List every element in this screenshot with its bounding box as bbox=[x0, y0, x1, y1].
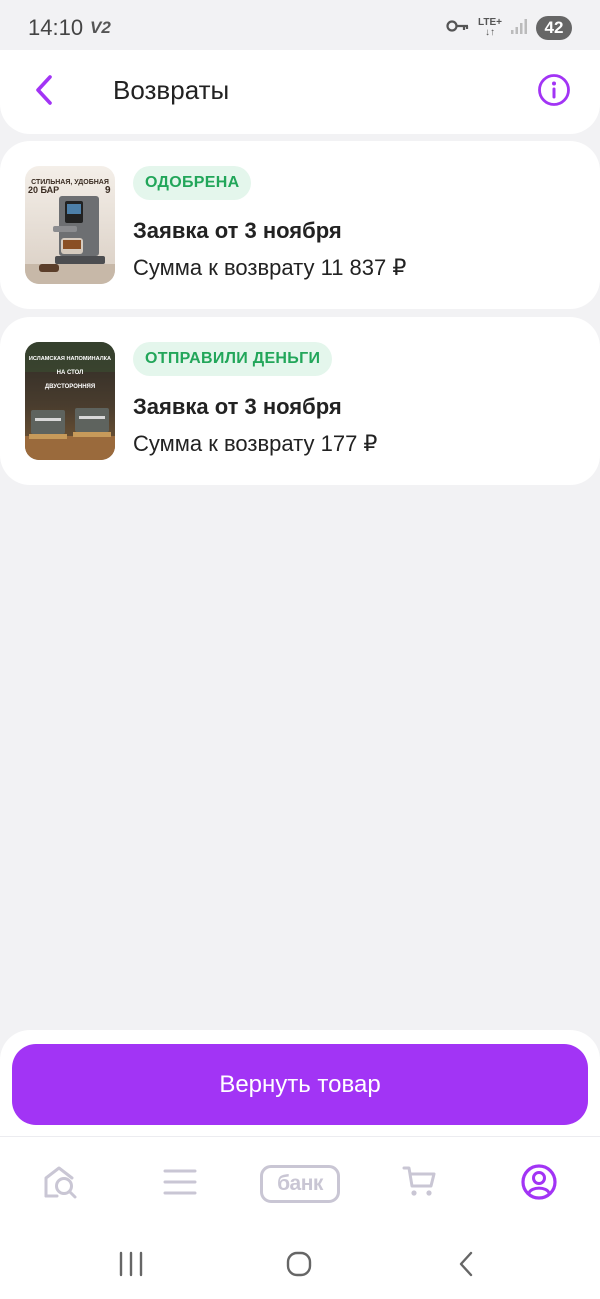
catalog-menu-icon bbox=[163, 1168, 197, 1201]
nav-cart[interactable] bbox=[390, 1159, 450, 1209]
nav-catalog[interactable] bbox=[150, 1159, 210, 1209]
nav-bank[interactable]: банк bbox=[256, 1159, 344, 1209]
header: Возвраты bbox=[0, 50, 600, 134]
return-request-title: Заявка от 3 ноября bbox=[133, 394, 342, 419]
bank-icon: банк bbox=[260, 1165, 340, 1203]
svg-text:ДВУСТОРОННЯЯ: ДВУСТОРОННЯЯ bbox=[45, 384, 95, 390]
nav-profile[interactable] bbox=[509, 1159, 569, 1209]
status-bar: 14:10 V2 LTE+ ↓↑ 42 bbox=[0, 0, 600, 56]
return-sum: Сумма к возврату 11 837 ₽ bbox=[133, 255, 407, 280]
home-button[interactable] bbox=[269, 1246, 329, 1286]
bottom-nav: банк bbox=[0, 1136, 600, 1232]
back-button[interactable] bbox=[24, 70, 64, 114]
battery-badge: 42 bbox=[536, 16, 572, 40]
status-badge: ОДОБРЕНА bbox=[133, 166, 252, 200]
return-sum: Сумма к возврату 177 ₽ bbox=[133, 431, 378, 456]
info-icon bbox=[537, 73, 571, 112]
coffee-machine-image: СТИЛЬНАЯ, УДОБНАЯ 20 БАР 9 bbox=[25, 166, 115, 284]
signal-icon bbox=[510, 17, 528, 40]
search-home-icon bbox=[42, 1164, 80, 1205]
table-sign-image: ИСЛАМСКАЯ НАПОМИНАЛКА НА СТОЛ ДВУСТОРОНН… bbox=[25, 342, 115, 460]
svg-text:20 БАР: 20 БАР bbox=[28, 185, 59, 195]
status-badge: ОТПРАВИЛИ ДЕНЬГИ bbox=[133, 342, 333, 376]
system-nav bbox=[0, 1232, 600, 1299]
home-circle-icon bbox=[285, 1250, 313, 1283]
bank-label: банк bbox=[277, 1172, 323, 1195]
nav-home-search[interactable] bbox=[31, 1159, 91, 1209]
svg-text:НА СТОЛ: НА СТОЛ bbox=[57, 370, 84, 376]
profile-icon bbox=[520, 1163, 558, 1206]
status-time: 14:10 bbox=[28, 15, 84, 40]
info-button[interactable] bbox=[534, 72, 574, 112]
chevron-left-icon bbox=[456, 1250, 476, 1283]
system-back-button[interactable] bbox=[436, 1246, 496, 1286]
cart-icon bbox=[402, 1165, 438, 1204]
recent-apps-icon bbox=[117, 1251, 145, 1282]
vpn-key-icon bbox=[446, 19, 470, 38]
return-request-title: Заявка от 3 ноября bbox=[133, 218, 342, 243]
return-item-button[interactable]: Вернуть товар bbox=[12, 1044, 588, 1125]
status-carrier: V2 bbox=[90, 18, 111, 37]
return-card[interactable]: СТИЛЬНАЯ, УДОБНАЯ 20 БАР 9 ОДОБРЕНА Заяв… bbox=[0, 141, 600, 309]
network-type: LTE+ ↓↑ bbox=[478, 17, 502, 38]
chevron-left-icon bbox=[33, 73, 55, 112]
return-card[interactable]: ИСЛАМСКАЯ НАПОМИНАЛКА НА СТОЛ ДВУСТОРОНН… bbox=[0, 317, 600, 485]
returns-list: СТИЛЬНАЯ, УДОБНАЯ 20 БАР 9 ОДОБРЕНА Заяв… bbox=[0, 141, 600, 493]
status-indicators: LTE+ ↓↑ 42 bbox=[446, 14, 572, 42]
svg-text:ИСЛАМСКАЯ НАПОМИНАЛКА: ИСЛАМСКАЯ НАПОМИНАЛКА bbox=[29, 356, 111, 362]
svg-text:9: 9 bbox=[105, 185, 111, 196]
action-area: Вернуть товар bbox=[0, 1030, 600, 1136]
page-title: Возвраты bbox=[113, 75, 230, 105]
recent-apps-button[interactable] bbox=[101, 1246, 161, 1286]
